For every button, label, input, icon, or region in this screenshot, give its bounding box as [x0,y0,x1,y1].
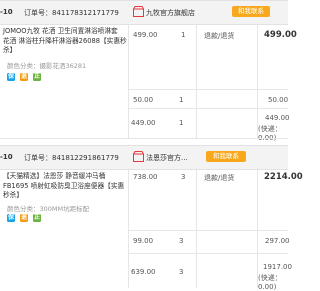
summary-qty: 1 [179,119,184,127]
refund-return-link[interactable]: 退款/退货 [204,173,234,183]
summary-total: 1917.00 [263,263,292,271]
refund-return-link[interactable]: 退款/退货 [204,31,234,41]
contact-seller-button[interactable]: 和我联系 [232,6,270,17]
product-spec: 颜色分类：摄影花洒36281 [7,62,87,70]
product-spec: 颜色分类：300MM坑距标配 [7,205,90,213]
order-date: -10 [0,8,13,16]
service-qty: 3 [179,237,184,245]
product-title[interactable]: JOMOO九牧 花洒 卫生间置淋浴喷淋套 花洒 淋浴柱升降杆淋浴器26088【实… [3,27,128,56]
quantity: 1 [181,31,186,39]
return-badge: 退 [20,214,28,222]
divider [128,168,129,288]
shipping-fee: (快递：0.00) [258,125,282,142]
service-price: 50.00 [133,96,154,104]
divider [128,230,288,231]
divider [0,138,288,139]
order-number: 订单号：841812291861779 [24,154,119,162]
order-date: -10 [0,153,13,161]
order-header: -10 订单号：841812291861779 法恩莎官方... 和我联系 [0,145,288,170]
genuine-badge: 正 [33,73,41,81]
divider [196,24,197,138]
genuine-badge: 正 [33,214,41,222]
order-total: 2214.00 [264,172,303,182]
unit-price: 738.00 [133,173,158,181]
divider [196,168,197,288]
guarantee-badge: 保 [7,214,15,222]
summary-price: 449.00 [131,119,156,127]
contact-label: 和我联系 [238,7,264,15]
shop-name[interactable]: 法恩莎官方... [146,153,188,163]
order-total: 499.00 [264,30,297,40]
service-total: 50.00 [268,96,289,104]
divider [128,108,288,109]
return-badge: 退 [20,73,28,81]
order-number: 订单号：841178312171779 [24,9,119,17]
guarantee-badge: 保 [7,73,15,81]
divider [128,24,129,138]
shop-icon [133,151,144,162]
divider [128,253,288,254]
service-price: 99.00 [133,237,154,245]
service-total: 297.00 [265,237,290,245]
quantity: 3 [181,173,186,181]
summary-qty: 3 [179,268,184,276]
service-qty: 1 [179,96,184,104]
summary-price: 639.00 [131,268,156,276]
order-item: 【天猫精选】法恩莎 静音缓冲马桶 FB1695 喷射虹吸防臭卫浴座便器【实惠 秒… [2,168,303,230]
shop-name[interactable]: 九牧官方旗舰店 [146,8,195,18]
divider [128,89,288,90]
shop-icon [133,6,144,17]
product-title[interactable]: 【天猫精选】法恩莎 静音缓冲马桶 FB1695 喷射虹吸防臭卫浴座便器【实惠 秒… [3,172,128,201]
contact-seller-button[interactable]: 和我联系 [206,151,246,162]
order-item: JOMOO九牧 花洒 卫生间置淋浴喷淋套 花洒 淋浴柱升降杆淋浴器26088【实… [2,24,297,89]
contact-label: 和我联系 [213,152,239,160]
summary-total: 449.00 [265,114,290,122]
divider [257,168,258,288]
shipping-fee: (快递：0.00) [258,274,282,291]
divider [257,24,258,138]
unit-price: 499.00 [133,31,158,39]
order-header: -10 订单号：841178312171779 九牧官方旗舰店 和我联系 [0,0,288,25]
